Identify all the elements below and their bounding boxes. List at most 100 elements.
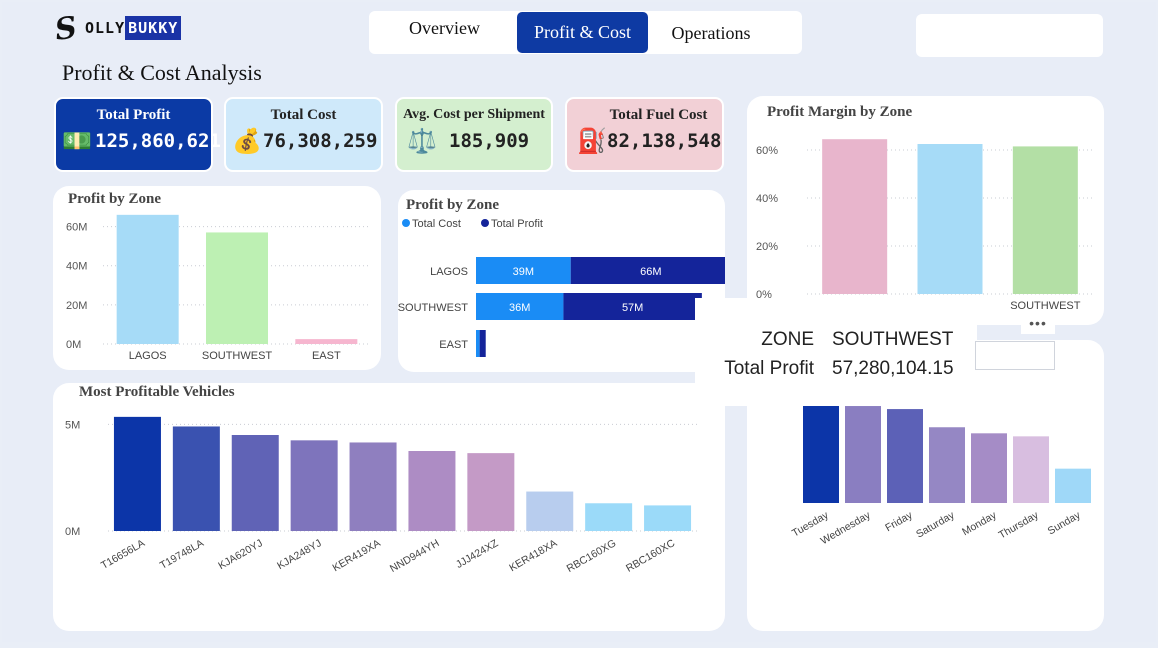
data-label: 39M	[513, 266, 534, 278]
x-tick-label: RBC160XC	[624, 537, 677, 575]
bar	[585, 503, 633, 531]
legend-marker	[402, 219, 410, 227]
profit-margin-chart: 0%20%40%60%SOUTHWEST	[756, 139, 1093, 312]
profit-margin-card: Profit Margin by Zone 0% 20% 40% 60% SOUTHWE…	[747, 96, 1104, 325]
tooltip-value: SOUTHWEST	[832, 329, 954, 350]
filter-box[interactable]	[916, 14, 1103, 57]
x-tick-label: KER418XA	[507, 537, 559, 574]
profit-by-zone-column-card: Profit by Zone 0M 20M 40M 60M LAGOS SOUTHWEST…	[53, 186, 381, 370]
bar	[113, 416, 161, 531]
brand-logo: S OLLY BUKKY	[52, 9, 182, 48]
x-tick-label: JJJ424XZ	[454, 537, 501, 571]
logo-text-olly: OLLY	[85, 19, 126, 37]
slicer-box[interactable]	[975, 341, 1055, 370]
y-tick-label: 0M	[66, 339, 81, 351]
kpi-label: Total Fuel Cost	[609, 107, 708, 123]
y-tick-label: 5M	[65, 419, 80, 431]
y-tick-label: 60%	[756, 145, 778, 157]
x-tick-label: SOUTHWEST	[202, 350, 273, 362]
scales-icon: ⚖️	[407, 128, 437, 155]
y-tick-label: SOUTHWEST	[398, 302, 468, 314]
y-tick-label: 60M	[66, 222, 87, 234]
profit-by-zone-column-chart: 0M 20M 40M 60M LAGOS SOUTHWEST EAST	[66, 214, 371, 362]
fuel-pump-icon: ⛽	[577, 128, 607, 155]
kpi-label: Total Cost	[270, 107, 337, 123]
tab-operations[interactable]: Operations	[653, 13, 769, 54]
logo-monogram: S	[52, 9, 80, 48]
data-label: 66M	[640, 266, 661, 278]
bar	[917, 144, 983, 294]
x-tick-label: Monday	[960, 509, 999, 538]
kpi-total-profit: Total Profit 💵 125,860,621	[54, 97, 221, 172]
kpi-label: Avg. Cost per Shipment	[403, 107, 545, 122]
most-profitable-vehicles-card: Most Profitable Vehicles 0M 5M T16656LA T19…	[53, 383, 725, 631]
x-tick-label: KJA248YJ	[275, 537, 323, 572]
legend-label: Total Profit	[491, 218, 543, 230]
y-tick-label: LAGOS	[430, 266, 468, 278]
bar	[349, 442, 397, 531]
bar	[290, 440, 338, 531]
profit-by-zone-stacked-chart: Total Cost Total Profit LAGOS 39M 66M SOUTHWE…	[398, 218, 725, 357]
x-tick-label: KER419XA	[331, 537, 383, 574]
bar	[1055, 468, 1091, 503]
kpi-value: 125,860,621	[95, 130, 221, 152]
y-tick-label: 40M	[66, 261, 87, 273]
most-profitable-vehicles-chart: 0M5MT16656LA T19748LA KJA620YJ KJA248YJ KER4…	[65, 416, 697, 575]
bar	[172, 426, 220, 531]
x-tick-label: EAST	[312, 350, 341, 362]
money-icon: 💵	[62, 128, 92, 155]
y-tick-label: EAST	[439, 339, 468, 351]
y-tick-label: 20%	[756, 241, 778, 253]
x-tick-label: T16656LA	[99, 537, 147, 572]
x-tick-label: NND944YH	[388, 537, 442, 575]
money-bag-icon: 💰	[232, 128, 262, 155]
data-label: 36M	[509, 302, 530, 314]
x-tick-label: SOUTHWEST	[1010, 300, 1081, 312]
bar	[479, 330, 486, 357]
kpi-total-cost: Total Cost 💰 76,308,259	[224, 97, 383, 172]
kpi-value: 82,138,548	[607, 130, 722, 152]
data-label: 57M	[622, 302, 643, 314]
legend-marker	[481, 219, 489, 227]
bar	[887, 409, 923, 503]
legend-label: Total Cost	[412, 218, 461, 230]
page-navigator: Overview Profit & Cost Operations	[369, 11, 802, 54]
kpi-label: Total Profit	[96, 107, 171, 123]
bar	[1013, 436, 1049, 503]
bar	[408, 451, 456, 531]
x-tick-label: LAGOS	[129, 350, 167, 362]
x-tick-label: RBC160XG	[565, 537, 619, 575]
bar	[822, 139, 888, 294]
x-tick-label: Saturday	[914, 509, 957, 541]
bar	[206, 232, 268, 344]
bar	[467, 453, 515, 531]
bar	[971, 433, 1007, 503]
kpi-avg-cost-per-shipment: Avg. Cost per Shipment ⚖️ 185,909	[395, 97, 553, 172]
kpi-value: 76,308,259	[263, 130, 378, 152]
bar	[929, 427, 965, 503]
tooltip-key: ZONE	[761, 329, 814, 350]
x-tick-label: T19748LA	[158, 537, 206, 572]
chart-tooltip: ZONE SOUTHWEST Total Profit 57,280,104.1…	[695, 298, 977, 406]
bar	[231, 435, 279, 531]
profit-by-zone-stacked-card: Profit by Zone Total Cost Total Profit LAG…	[398, 190, 725, 372]
more-options-icon[interactable]: •••	[1021, 314, 1055, 334]
bar	[116, 214, 179, 344]
tooltip-value: 57,280,104.15	[832, 358, 954, 379]
page-title: Profit & Cost Analysis	[62, 60, 262, 85]
y-tick-label: 20M	[66, 300, 87, 312]
x-tick-label: Sunday	[1046, 509, 1083, 538]
bar	[526, 491, 574, 531]
x-tick-label: KJA620YJ	[216, 537, 264, 572]
kpi-value: 185,909	[449, 130, 530, 152]
logo-text-bukky: BUKKY	[125, 16, 182, 40]
bar	[1012, 146, 1078, 294]
bar	[295, 339, 358, 344]
y-tick-label: 40%	[756, 193, 778, 205]
kpi-total-fuel-cost: Total Fuel Cost ⛽ 82,138,548	[565, 97, 724, 172]
tab-profit-and-cost[interactable]: Profit & Cost	[517, 12, 648, 53]
tab-overview[interactable]: Overview	[377, 8, 512, 49]
y-tick-label: 0M	[65, 526, 80, 538]
x-tick-label: Thursday	[997, 509, 1042, 542]
tooltip-key: Total Profit	[724, 358, 814, 379]
